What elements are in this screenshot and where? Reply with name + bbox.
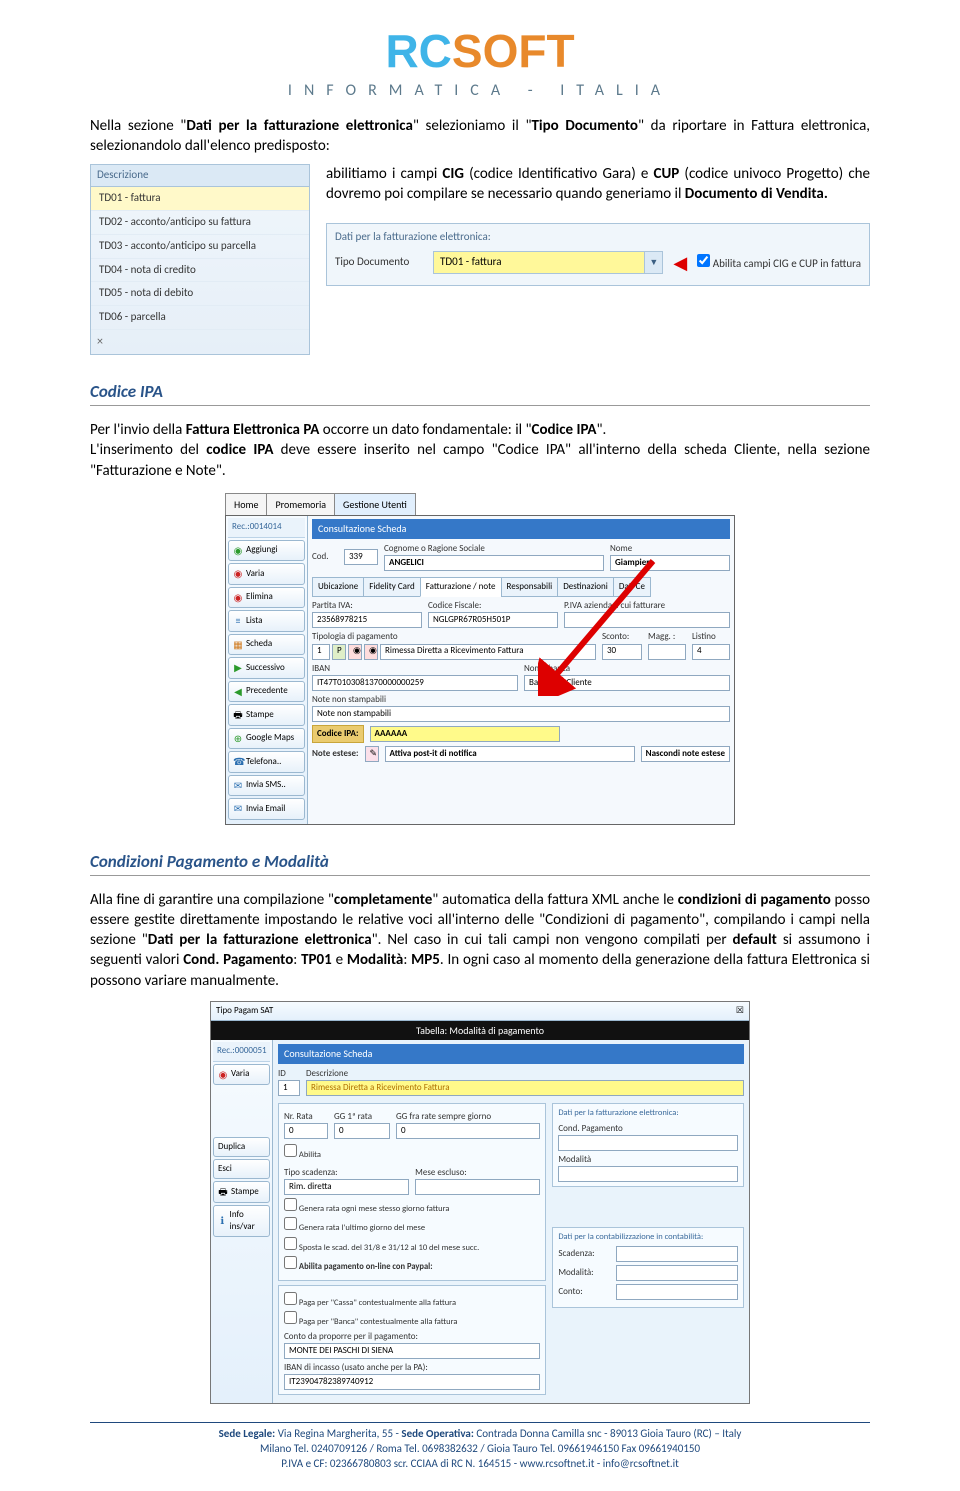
fatturazione-panel: Dati per la fatturazione elettronica: Ti… [326,223,870,286]
piva-field[interactable]: 23568978215 [312,612,422,628]
sidebar-precedente[interactable]: ◀Precedente [228,681,305,703]
close-icon[interactable]: ☒ [736,1005,744,1017]
pivaaz-field[interactable] [564,612,730,628]
sidebar-stampe[interactable]: 🖶Stampe [213,1181,270,1203]
sms-icon: ✉ [233,779,243,793]
dropdown-item[interactable]: TD06 - parcella [91,306,309,330]
abilita-cig-cup-checkbox[interactable]: Abilita campi CIG e CUP in fattura [697,254,861,272]
tipo-documento-field[interactable]: TD01 - fattura ▼ [433,251,663,274]
logo-subtitle: INFORMATICA - ITALIA [90,80,870,102]
scheda-cliente-screenshot: Home Promemoria Gestione Utenti Rec.:001… [225,493,735,825]
dropdown-item[interactable]: TD03 - acconto/anticipo su parcella [91,235,309,259]
sidebar-googlemaps[interactable]: ⊕Google Maps [228,728,305,750]
logo-main: RCSOFT [90,20,870,82]
edit-icon: ◉ [233,567,243,581]
s2-p2: L'inserimento del codice IPA deve essere… [90,440,870,481]
subtab-responsabili[interactable]: Responsabili [501,577,559,597]
record-counter: Rec.:0014014 [228,518,305,537]
dropdown-item[interactable]: TD05 - nota di debito [91,282,309,306]
sidebar-lista[interactable]: ≡Lista [228,610,305,632]
plus-icon: ◉ [233,544,243,558]
s3-p: Alla fine di garantire una compilazione … [90,890,870,991]
modalita-pagamento-screenshot: Tipo Pagam SAT ☒ Tabella: Modalità di pa… [210,1001,750,1404]
dropdown-item[interactable]: TD02 - acconto/anticipo su fattura [91,211,309,235]
sidebar-stampe[interactable]: 🖶Stampe [228,704,305,726]
s2-p1: Per l'invio della Fattura Elettronica PA… [90,420,870,440]
sidebar-varia[interactable]: ◉Varia [228,563,305,585]
logo: RCSOFT INFORMATICA - ITALIA [90,20,870,102]
email-link[interactable]: info@rcsoftnet.it [603,1457,679,1470]
subtab-destinazioni[interactable]: Destinazioni [557,577,614,597]
cf-field[interactable]: NGLGPR67R05H501P [428,612,558,628]
list-icon: ≡ [233,614,243,628]
email-icon: ✉ [233,802,243,816]
nome-field[interactable]: Giampiero [610,555,730,571]
dropdown-header: Descrizione [91,165,309,187]
intro-paragraph-2: abilitiamo i campi CIG (codice Identific… [326,164,870,205]
subtab-fatturazione[interactable]: Fatturazione / note [420,577,502,597]
tipologia-field[interactable]: Rimessa Diretta a Ricevimento Fattura [380,644,596,660]
modalita-field[interactable] [558,1166,738,1182]
subtab-datice[interactable]: Dati Ce [613,577,651,597]
codice-ipa-label: Codice IPA: [312,725,364,743]
logo-soft: SOFT [452,25,575,77]
section-codice-ipa: Codice IPA [90,381,870,406]
website-link[interactable]: www.rcsoftnet.it [520,1457,595,1470]
sidebar-email[interactable]: ✉Invia Email [228,798,305,820]
codice-ipa-field[interactable]: AAAAAA [370,726,560,742]
sidebar-sms[interactable]: ✉Invia SMS.. [228,775,305,797]
card-icon: ▦ [233,638,243,652]
sidebar-varia[interactable]: ◉Varia [213,1064,270,1086]
record-counter: Rec.:0000051 [213,1042,270,1061]
delete-icon: ◉ [233,591,243,605]
tipo-documento-dropdown[interactable]: Descrizione TD01 - fattura TD02 - accont… [90,164,310,355]
nome-banca-field[interactable]: Banca del Cliente [524,675,730,691]
postit-icon[interactable]: ✎ [365,746,379,762]
tab-gestione-utenti[interactable]: Gestione Utenti [334,493,416,516]
sidebar: Rec.:0014014 ◉Aggiungi ◉Varia ◉Elimina ≡… [226,516,308,823]
phone-icon: ☎ [233,755,243,769]
sidebar-aggiungi[interactable]: ◉Aggiungi [228,540,305,562]
subtab-ubicazione[interactable]: Ubicazione [312,577,364,597]
sidebar-elimina[interactable]: ◉Elimina [228,587,305,609]
print-icon: 🖶 [233,708,243,722]
sidebar-duplica[interactable]: Duplica [213,1137,270,1157]
descrizione-field[interactable]: Rimessa Diretta a Ricevimento Fattura [306,1080,744,1096]
chevron-down-icon[interactable]: ▼ [644,252,662,273]
tipo-documento-label: Tipo Documento [335,255,425,270]
iban-field[interactable]: IT47T0103081370000000259 [312,675,518,691]
tab-home[interactable]: Home [225,493,267,516]
content-title: Consultazione Scheda [278,1044,744,1064]
maps-icon: ⊕ [233,732,243,746]
intro-paragraph: Nella sezione "Dati per la fatturazione … [90,116,870,157]
dropdown-item[interactable]: TD01 - fattura [91,187,309,211]
sidebar-successivo[interactable]: ▶Successivo [228,657,305,679]
tab-promemoria[interactable]: Promemoria [266,493,335,516]
panel-title: Dati per la fatturazione elettronica: [335,230,861,245]
subtab-fidelity[interactable]: Fidelity Card [363,577,421,597]
close-icon[interactable]: × [91,330,309,354]
dropdown-item[interactable]: TD04 - nota di credito [91,259,309,283]
section-condizioni: Condizioni Pagamento e Modalità [90,851,870,876]
arrow-red-icon: ◀ [673,251,687,275]
nascondi-note-button[interactable]: Nascondi note estese [641,746,730,762]
prev-icon: ◀ [233,685,243,699]
next-icon: ▶ [233,661,243,675]
cod-field[interactable]: 339 [344,549,378,565]
sidebar-esci[interactable]: Esci [213,1159,270,1179]
sidebar-info[interactable]: ℹInfo ins/var [213,1205,270,1237]
content-title: Consultazione Scheda [312,519,730,539]
logo-rc: RC [385,25,451,77]
ragione-sociale-field[interactable]: ANGELICI [384,555,604,571]
cond-pagamento-field[interactable] [558,1135,738,1151]
tipo-pagam-label: Tipo Pagam SAT [216,1005,273,1017]
note-ns-field[interactable]: Note non stampabili [312,706,730,722]
window-title: Tabella: Modalità di pagamento [211,1021,749,1041]
sidebar-scheda[interactable]: ▦Scheda [228,634,305,656]
sidebar-telefona[interactable]: ☎Telefona.. [228,751,305,773]
page-footer: Sede Legale: Via Regina Margherita, 55 -… [90,1422,870,1472]
